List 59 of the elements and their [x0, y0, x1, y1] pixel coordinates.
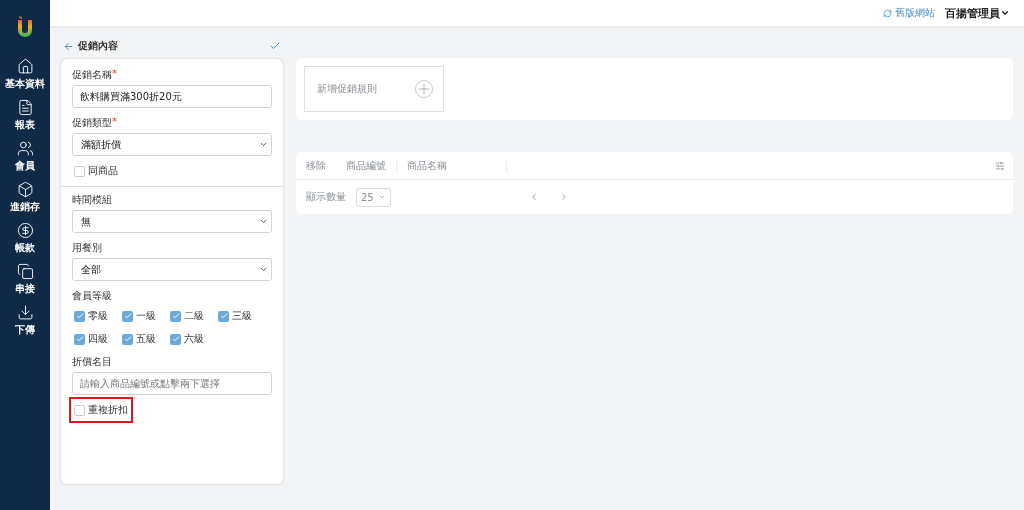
- caret-icon: [377, 193, 386, 201]
- checkbox[interactable]: 二級: [168, 306, 206, 326]
- sidebar-item[interactable]: 下傳: [15, 304, 35, 337]
- field-label: 促銷類型: [72, 116, 112, 130]
- caret-icon: [259, 265, 268, 274]
- check-icon: [75, 335, 84, 343]
- sidebar-item[interactable]: 報表: [15, 99, 35, 132]
- page-size-label: 顯示數量: [306, 190, 346, 204]
- field-label: 用餐別: [72, 241, 102, 255]
- checkbox[interactable]: 三級: [216, 306, 254, 326]
- caret-icon: [259, 217, 268, 226]
- logo-icon: [17, 16, 33, 38]
- sidebar-item[interactable]: 進銷存: [10, 181, 40, 214]
- download-icon: [16, 304, 34, 321]
- column-header: 商品名稱: [397, 158, 507, 173]
- copy-icon: [16, 263, 34, 280]
- field-label: 會員等級: [72, 289, 112, 303]
- back-icon[interactable]: [63, 40, 74, 52]
- field-label: 折價名目: [72, 355, 112, 369]
- check-icon: [123, 335, 132, 343]
- check-icon[interactable]: [269, 40, 281, 52]
- check-icon: [171, 335, 180, 343]
- checkbox[interactable]: 重複折扣: [72, 400, 130, 420]
- sidebar-item[interactable]: 串接: [15, 263, 35, 296]
- old-site-link[interactable]: 舊版網站: [883, 6, 935, 20]
- checkbox[interactable]: 四級: [72, 329, 110, 349]
- field-label: 時間模組: [72, 193, 112, 207]
- input-field[interactable]: 請輸入商品編號或點擊兩下選擇: [72, 372, 272, 395]
- check-icon: [219, 312, 228, 320]
- check-icon: [123, 312, 132, 320]
- sidebar-item[interactable]: 帳款: [15, 222, 35, 255]
- checkbox[interactable]: 六級: [168, 329, 206, 349]
- check-icon: [171, 312, 180, 320]
- home-icon: [16, 58, 34, 75]
- box-icon: [16, 181, 34, 198]
- checkbox[interactable]: 五級: [120, 329, 158, 349]
- dollar-icon: [16, 222, 34, 239]
- document-icon: [16, 99, 34, 116]
- select-field[interactable]: 無: [72, 210, 272, 233]
- sidebar-item[interactable]: 基本資料: [5, 58, 45, 91]
- select-field[interactable]: 全部: [72, 258, 272, 281]
- checkbox[interactable]: 同商品: [72, 161, 120, 181]
- refresh-icon: [883, 8, 892, 18]
- checkbox[interactable]: 零級: [72, 306, 110, 326]
- input-field[interactable]: 飲料購買滿300折20元: [72, 85, 272, 108]
- check-icon: [75, 312, 84, 320]
- user-menu[interactable]: 百揚管理員: [945, 5, 1010, 21]
- panel-title: 促銷內容: [78, 39, 119, 53]
- users-icon: [16, 140, 34, 157]
- required-mark: *: [112, 68, 117, 79]
- checkbox[interactable]: 一級: [120, 306, 158, 326]
- column-header: 移除: [305, 158, 327, 173]
- caret-icon: [1000, 8, 1010, 18]
- select-field[interactable]: 滿額折價: [72, 133, 272, 156]
- caret-icon: [259, 140, 268, 149]
- required-mark: *: [112, 116, 117, 129]
- sidebar-item[interactable]: 會員: [15, 140, 35, 173]
- field-label: 促銷名稱: [72, 68, 112, 82]
- column-header: 商品編號: [336, 158, 397, 173]
